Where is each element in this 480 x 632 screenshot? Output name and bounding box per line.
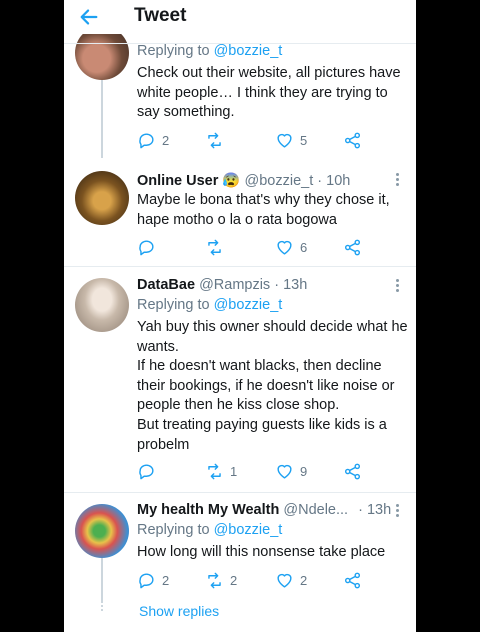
reply-button[interactable] [137, 461, 162, 481]
avatar[interactable] [75, 278, 129, 332]
heart-icon [277, 133, 292, 148]
tweet-actions: 6 [137, 237, 397, 257]
user-handle[interactable]: @Rampzis [199, 277, 270, 293]
reply-tweet[interactable]: DataBae @Rampzis · 13h Replying to @bozz… [64, 267, 416, 492]
share-icon [344, 572, 361, 588]
retweet-icon [208, 463, 221, 479]
reply-icon [139, 572, 154, 588]
tweet-actions: 2 5 [137, 130, 397, 150]
thread-line-dots [101, 605, 103, 613]
reply-icon [139, 463, 154, 479]
page-title: Tweet [134, 5, 187, 26]
retweet-icon [208, 572, 221, 588]
timestamp: · 10h [317, 173, 351, 189]
replying-to: Replying to @bozzie_t [137, 43, 283, 59]
heart-icon [277, 464, 292, 479]
timestamp: · 13h [358, 502, 392, 518]
share-button[interactable] [343, 461, 362, 481]
emoji: 😰 [222, 173, 241, 189]
avatar[interactable] [75, 171, 129, 225]
reply-icon [139, 132, 154, 148]
reply-count: 2 [162, 132, 170, 148]
tweet-screen: Tweet Replying to @bozzie_t Check out th… [64, 0, 416, 632]
reply-handle-link[interactable]: @bozzie_t [214, 522, 283, 538]
tweet-meta: My health My Wealth @Ndele... · 13h [137, 502, 391, 518]
replying-to: Replying to @bozzie_t [137, 297, 283, 313]
display-name[interactable]: Online User [137, 173, 218, 189]
reply-tweet[interactable]: My health My Wealth @Ndele... · 13h Repl… [64, 493, 416, 632]
tweet-meta: DataBae @Rampzis · 13h [137, 277, 307, 293]
reply-tweet[interactable]: Online User 😰 @bozzie_t · 10h Maybe le b… [64, 160, 416, 266]
replying-to: Replying to @bozzie_t [137, 522, 283, 538]
avatar[interactable] [75, 504, 129, 558]
like-count: 5 [300, 132, 308, 148]
share-button[interactable] [343, 570, 362, 590]
display-name[interactable]: My health My Wealth [137, 502, 279, 518]
tweet-text: Check out their website, all pictures ha… [137, 65, 401, 121]
heart-icon [277, 240, 292, 255]
retweet-button[interactable]: 1 [205, 461, 237, 481]
back-arrow-icon[interactable] [78, 6, 100, 28]
retweet-button[interactable] [205, 130, 230, 150]
tweet-actions: 1 9 [137, 461, 397, 481]
more-options-icon[interactable] [394, 279, 400, 294]
heart-icon [277, 573, 292, 588]
more-options-icon[interactable] [394, 504, 400, 519]
tweet-text: Maybe le bona that's why they chose it, … [137, 192, 390, 228]
reply-handle-link[interactable]: @bozzie_t [214, 43, 283, 59]
thread-line [101, 80, 103, 158]
tweet-text: Yah buy this owner should decide what he… [137, 319, 408, 453]
user-handle[interactable]: @bozzie_t [245, 173, 314, 189]
like-count: 2 [300, 572, 308, 588]
retweet-button[interactable]: 2 [205, 570, 237, 590]
tweet-actions: 2 2 2 [137, 570, 397, 590]
reply-button[interactable]: 2 [137, 570, 169, 590]
show-replies-link[interactable]: Show replies [139, 603, 219, 619]
header-divider [64, 43, 416, 44]
share-icon [344, 239, 361, 255]
retweet-icon [208, 132, 221, 148]
tweet-meta: Online User 😰 @bozzie_t · 10h [137, 172, 350, 189]
share-button[interactable] [343, 130, 362, 150]
share-button[interactable] [343, 237, 362, 257]
avatar[interactable] [75, 26, 129, 80]
display-name[interactable]: DataBae [137, 277, 195, 293]
like-button[interactable]: 5 [275, 130, 307, 150]
retweet-count: 2 [230, 572, 238, 588]
user-handle[interactable]: @Ndele... [283, 502, 348, 518]
top-bar: Tweet [64, 0, 416, 34]
reply-count: 2 [162, 572, 170, 588]
reply-button[interactable] [137, 237, 162, 257]
thread-line [101, 558, 103, 603]
like-count: 9 [300, 463, 308, 479]
like-button[interactable]: 9 [275, 461, 307, 481]
reply-button[interactable]: 2 [137, 130, 169, 150]
retweet-icon [208, 239, 221, 255]
reply-handle-link[interactable]: @bozzie_t [214, 297, 283, 313]
tweet-text: How long will this nonsense take place [137, 544, 386, 560]
timestamp: · 13h [274, 277, 308, 293]
share-icon [344, 132, 361, 148]
reply-icon [139, 239, 154, 255]
share-icon [344, 463, 361, 479]
like-count: 6 [300, 239, 308, 255]
retweet-count: 1 [230, 463, 238, 479]
retweet-button[interactable] [205, 237, 230, 257]
more-options-icon[interactable] [394, 173, 400, 188]
like-button[interactable]: 6 [275, 237, 307, 257]
like-button[interactable]: 2 [275, 570, 307, 590]
